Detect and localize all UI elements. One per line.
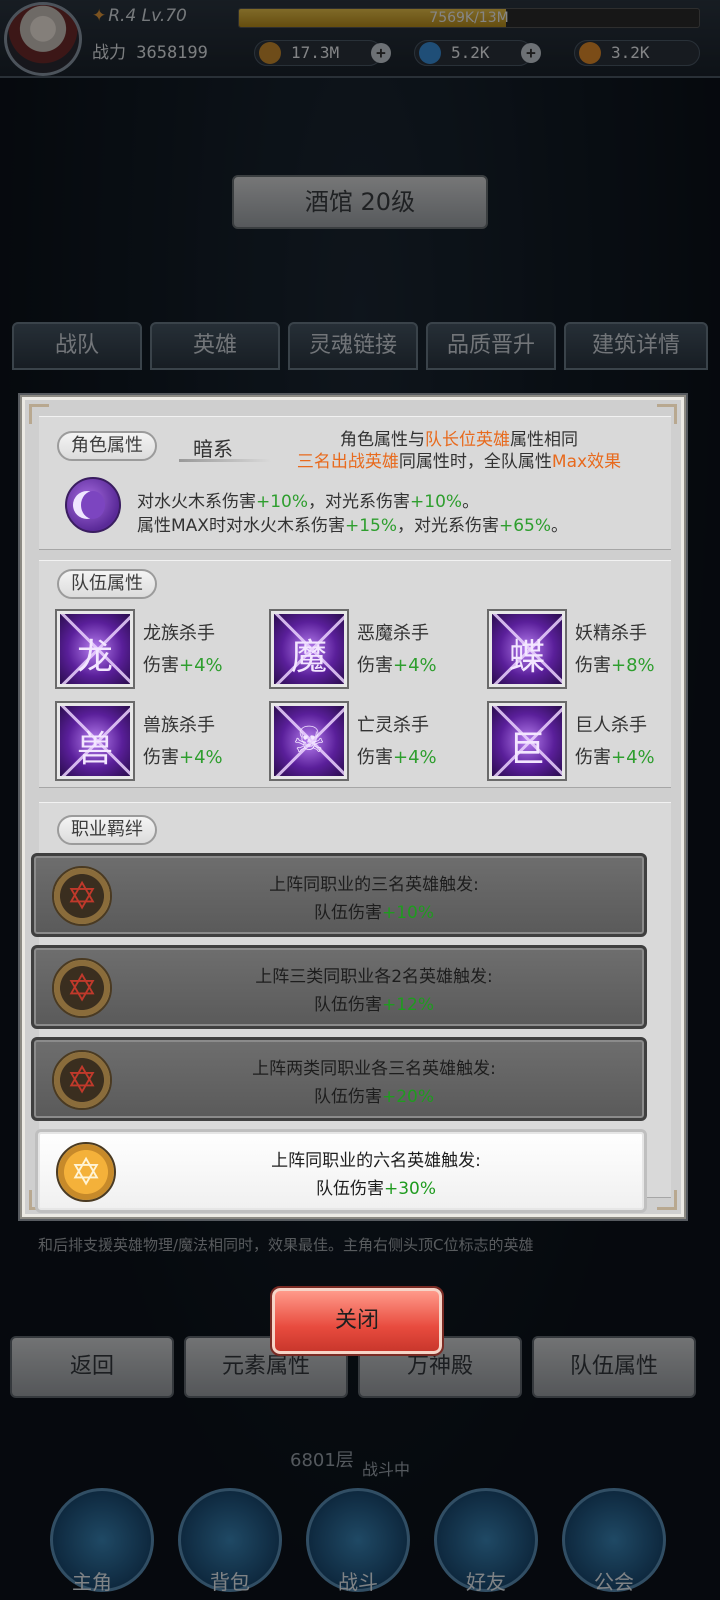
trait-label: 伤害: [143, 655, 179, 676]
bond-card-4-active[interactable]: ✡ 上阵同职业的六名英雄触发: 队伍伤害+30%: [35, 1129, 647, 1213]
bond-effect-label: 队伍伤害: [313, 903, 382, 923]
bond-condition: 上阵两类同职业各三名英雄触发:: [252, 1059, 496, 1079]
giant-icon: 巨: [487, 701, 567, 781]
attribute-dialog: 角色属性 暗系 角色属性与队长位英雄属性相同 三名出战英雄同属性时，全队属性Ma…: [20, 395, 686, 1219]
bond-effect-label: 队伍伤害: [315, 1179, 384, 1199]
effect-line-2: 属性MAX时对水火木系伤害+15%，对光系伤害+65%。: [137, 511, 568, 536]
element-underline: [179, 459, 271, 462]
trait-undead-slayer[interactable]: ☠ 亡灵杀手 伤害+4%: [269, 701, 471, 783]
trait-value: 伤害+4%: [143, 651, 223, 677]
trait-demon-slayer[interactable]: 魔 恶魔杀手 伤害+4%: [269, 609, 471, 691]
trait-giant-slayer[interactable]: 巨 巨人杀手 伤害+4%: [487, 701, 689, 783]
effect-value: +15%: [344, 516, 397, 536]
trait-value: 伤害+4%: [143, 743, 223, 769]
bond-effect-label: 队伍伤害: [313, 995, 382, 1015]
trait-value: 伤害+4%: [357, 743, 437, 769]
effect-text: 。: [551, 516, 569, 536]
trait-name: 巨人杀手: [575, 715, 647, 736]
close-button[interactable]: 关闭: [270, 1286, 444, 1356]
role-attribute-tag: 角色属性: [57, 431, 157, 461]
team-attribute-section: 队伍属性 龙 龙族杀手 伤害+4% 魔 恶魔杀手 伤害+4% 蝶 妖精杀手 伤害…: [39, 560, 671, 788]
effect-value: +10%: [256, 492, 309, 512]
bond-effect: 队伍伤害+12%: [124, 990, 624, 1015]
role-attribute-section: 角色属性 暗系 角色属性与队长位英雄属性相同 三名出战英雄同属性时，全队属性Ma…: [39, 416, 671, 550]
fairy-icon: 蝶: [487, 609, 567, 689]
bond-condition: 上阵同职业的六名英雄触发:: [271, 1151, 481, 1171]
trait-fairy-slayer[interactable]: 蝶 妖精杀手 伤害+8%: [487, 609, 689, 691]
effect-text: ，对光系伤害: [396, 516, 499, 536]
trait-bonus: +4%: [611, 747, 655, 768]
bond-card-3[interactable]: ✡ 上阵两类同职业各三名英雄触发: 队伍伤害+20%: [31, 1037, 647, 1121]
effect-text: 对水火木系伤害: [137, 492, 256, 512]
rule-highlight: Max效果: [551, 452, 622, 472]
bond-hexagram-icon: ✡: [52, 958, 112, 1018]
bond-effect: 队伍伤害+10%: [124, 898, 624, 923]
bond-effect-value: +10%: [381, 903, 435, 923]
rule-line-2: 三名出战英雄同属性时，全队属性Max效果: [269, 447, 649, 472]
trait-value: 伤害+8%: [575, 651, 655, 677]
bond-condition: 上阵同职业的三名英雄触发:: [269, 875, 479, 895]
element-name: 暗系: [193, 437, 233, 461]
bond-card-1[interactable]: ✡ 上阵同职业的三名英雄触发: 队伍伤害+10%: [31, 853, 647, 937]
class-bond-tag: 职业羁绊: [57, 815, 157, 845]
bond-effect-value: +12%: [381, 995, 435, 1015]
bond-hexagram-icon: ✡: [52, 866, 112, 926]
dragon-icon: 龙: [55, 609, 135, 689]
effect-value: +65%: [498, 516, 552, 536]
rule-text: 同属性时，全队属性: [398, 452, 552, 472]
bond-hexagram-icon: ✡: [52, 1050, 112, 1110]
bond-effect: 队伍伤害+20%: [124, 1082, 624, 1107]
dark-element-icon: [65, 477, 121, 533]
effect-line-1: 对水火木系伤害+10%，对光系伤害+10%。: [137, 487, 479, 512]
trait-value: 伤害+4%: [575, 743, 655, 769]
trait-label: 伤害: [143, 747, 179, 768]
trait-name: 亡灵杀手: [357, 715, 429, 736]
trait-bonus: +4%: [179, 655, 223, 676]
bond-hexagram-icon: ✡: [56, 1142, 116, 1202]
trait-bonus: +4%: [393, 655, 437, 676]
trait-value: 伤害+4%: [357, 651, 437, 677]
trait-name: 妖精杀手: [575, 623, 647, 644]
bond-effect-value: +20%: [381, 1087, 435, 1107]
effect-text: 属性MAX时对水火木系伤害: [137, 516, 345, 536]
trait-name: 龙族杀手: [143, 623, 215, 644]
effect-value: +10%: [410, 492, 463, 512]
rule-highlight: 三名出战英雄: [296, 452, 399, 472]
trait-label: 伤害: [575, 655, 611, 676]
class-bond-section: 职业羁绊 ✡ 上阵同职业的三名英雄触发: 队伍伤害+10% ✡ 上阵三类同职业各…: [31, 802, 671, 1213]
demon-icon: 魔: [269, 609, 349, 689]
effect-text: ，对光系伤害: [308, 492, 411, 512]
trait-bonus: +8%: [611, 655, 655, 676]
team-attribute-tag: 队伍属性: [57, 569, 157, 599]
effect-text: 。: [462, 492, 480, 512]
bond-condition: 上阵三类同职业各2名英雄触发:: [255, 967, 493, 987]
bond-card-2[interactable]: ✡ 上阵三类同职业各2名英雄触发: 队伍伤害+12%: [31, 945, 647, 1029]
bond-effect: 队伍伤害+30%: [128, 1174, 624, 1199]
trait-label: 伤害: [357, 747, 393, 768]
trait-label: 伤害: [357, 655, 393, 676]
trait-label: 伤害: [575, 747, 611, 768]
trait-bonus: +4%: [393, 747, 437, 768]
beast-icon: 兽: [55, 701, 135, 781]
bond-effect-value: +30%: [383, 1179, 437, 1199]
trait-name: 恶魔杀手: [357, 623, 429, 644]
trait-name: 兽族杀手: [143, 715, 215, 736]
trait-bonus: +4%: [179, 747, 223, 768]
trait-beast-slayer[interactable]: 兽 兽族杀手 伤害+4%: [55, 701, 257, 783]
skull-icon: ☠: [269, 701, 349, 781]
bond-effect-label: 队伍伤害: [313, 1087, 382, 1107]
trait-dragon-slayer[interactable]: 龙 龙族杀手 伤害+4%: [55, 609, 257, 691]
